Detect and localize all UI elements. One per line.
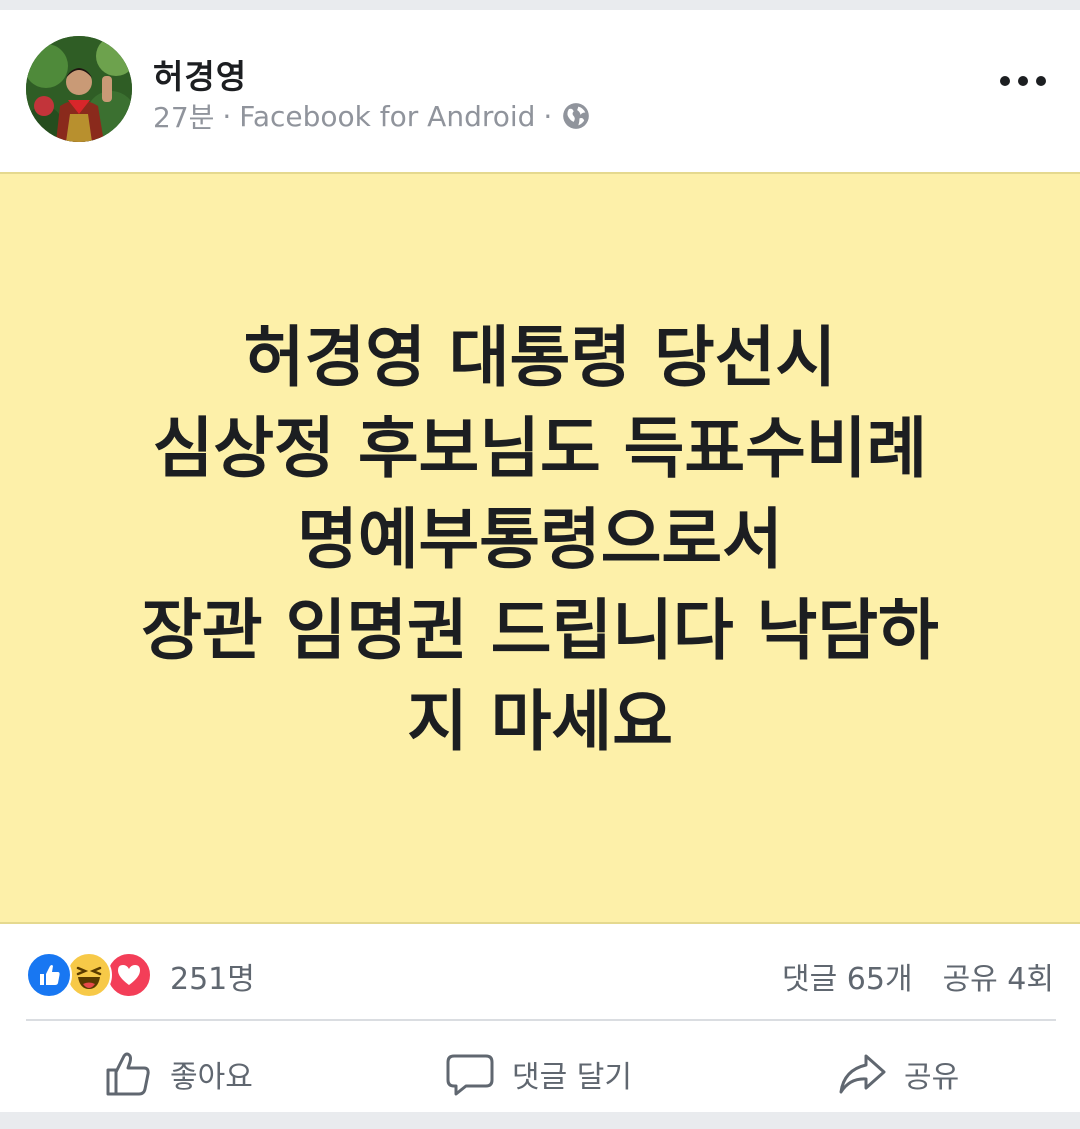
post-text-line: 장관 임명권 드립니다 낙담하 [141,591,939,669]
comment-icon [446,1054,494,1096]
meta-separator: · [222,99,232,133]
haha-icon [66,952,112,998]
post-time[interactable]: 27분 [153,96,214,136]
share-label: 공유 [904,1060,960,1095]
share-icon [839,1054,886,1094]
share-button[interactable]: 공유 [836,1034,959,1114]
post-text-line: 허경영 대통령 당선시 [243,318,837,396]
comment-count[interactable]: 댓글 65개 [782,954,913,998]
meta-separator: · [543,99,553,133]
post-card: 허경영 27분 · Facebook for Android · 허경영 대통령… [0,10,1080,1112]
thumbs-up-icon [106,1052,150,1096]
post-text-line: 지 마세요 [407,682,673,760]
reaction-count[interactable]: 251명 [170,954,255,998]
comment-label: 댓글 달기 [512,1060,632,1095]
avatar[interactable] [26,36,132,142]
post-body: 허경영 대통령 당선시 심상정 후보님도 득표수비례 명예부통령으로서 장관 임… [0,172,1080,924]
post-text: 허경영 대통령 당선시 심상정 후보님도 득표수비례 명예부통령으로서 장관 임… [141,312,939,767]
post-stats: 251명 댓글 65개 공유 4회 [0,948,1080,998]
post-header: 허경영 27분 · Facebook for Android · [0,10,1080,170]
author-name[interactable]: 허경영 [153,50,247,98]
post-source: Facebook for Android [239,99,536,133]
post-text-line: 명예부통령으로서 [297,500,783,578]
globe-icon [563,103,590,129]
post-meta: 27분 · Facebook for Android · [153,96,590,136]
share-count[interactable]: 공유 4회 [943,954,1054,998]
like-icon [26,952,72,998]
comment-button[interactable]: 댓글 달기 [444,1034,632,1114]
engagement-counts: 댓글 65개 공유 4회 [782,954,1054,998]
like-label: 좋아요 [170,1060,253,1095]
like-button[interactable]: 좋아요 [102,1034,253,1114]
post-text-line: 심상정 후보님도 득표수비례 [152,409,928,487]
reaction-icons[interactable] [26,952,154,998]
divider [26,1019,1056,1021]
love-icon [106,952,152,998]
more-options-icon[interactable] [1000,66,1046,96]
post-actions: 좋아요 댓글 달기 공유 [0,1034,1080,1114]
